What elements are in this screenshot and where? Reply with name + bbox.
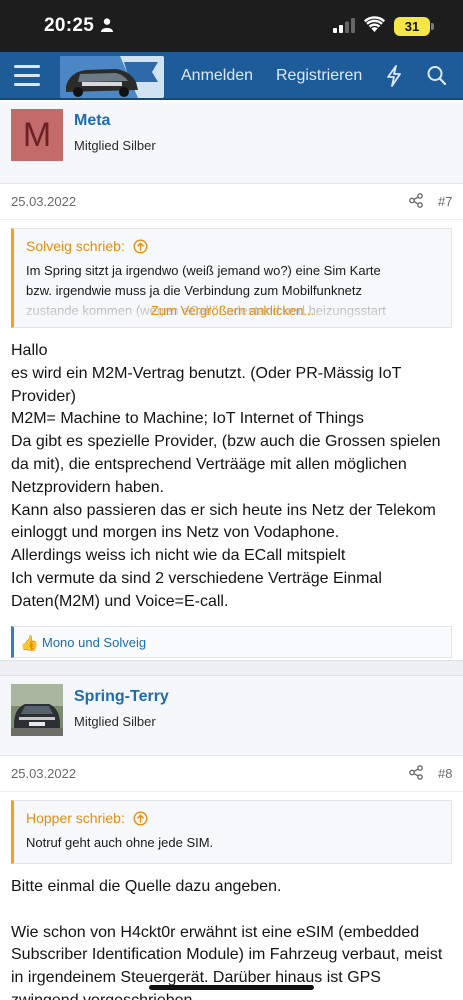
- quote-header[interactable]: Hopper schrieb:: [14, 801, 451, 833]
- quote-line: bzw. irgendwie muss ja die Verbindung zu…: [26, 283, 363, 298]
- battery-tip: [431, 23, 434, 30]
- post-message: Bitte einmal die Quelle dazu angeben. Wi…: [0, 876, 463, 1000]
- quote-line: Im Spring sitzt ja irgendwo (weiß jemand…: [26, 263, 381, 278]
- message-line: Allerdings weiss ich nicht wie da ECall …: [11, 547, 346, 565]
- post-number[interactable]: #8: [438, 766, 452, 781]
- post-meta: 25.03.2022 #7: [0, 184, 463, 220]
- post-message: Hallo es wird ein M2M-Vertrag benutzt. (…: [0, 340, 463, 614]
- search-icon[interactable]: [427, 65, 447, 92]
- share-icon[interactable]: [409, 765, 423, 785]
- message-line: es wird ein M2M-Vertrag benutzt. (Oder P…: [11, 364, 402, 382]
- menu-icon[interactable]: [14, 65, 40, 87]
- post-author-block: Spring-Terry Mitglied Silber: [0, 676, 463, 756]
- person-icon: [101, 18, 113, 37]
- reactions-bar[interactable]: 👍 Mono und Solveig: [11, 625, 452, 658]
- signal-icon: [333, 18, 355, 38]
- thread-content: M Meta Mitglied Silber 25.03.2022 #7 Sol…: [0, 102, 463, 1000]
- thumbs-up-icon: 👍: [20, 634, 39, 652]
- message-line: da mit), die entsprechend Verträäge mit …: [11, 455, 407, 473]
- message-line: [11, 899, 452, 922]
- message-line: M2M= Machine to Machine; IoT Internet of…: [11, 410, 364, 428]
- bolt-icon[interactable]: [386, 65, 402, 92]
- battery-indicator: 31: [394, 17, 430, 36]
- post-date[interactable]: 25.03.2022: [11, 194, 76, 209]
- message-line: Ich vermute da sind 2 verschiedene Vertr…: [11, 569, 382, 587]
- quote-block: Solveig schrieb: Im Spring sitzt ja irge…: [11, 228, 452, 328]
- register-link[interactable]: Registrieren: [276, 67, 362, 85]
- message-line: Hallo: [11, 342, 48, 359]
- top-navbar: Anmelden Registrieren: [0, 52, 463, 100]
- avatar[interactable]: M: [11, 109, 63, 161]
- arrow-up-circle-icon[interactable]: [133, 239, 148, 257]
- username[interactable]: Meta: [74, 112, 110, 130]
- message-line: Subscriber Identification Module) im Fah…: [11, 946, 443, 964]
- message-line: Wie schon von H4ckt0r erwähnt ist eine e…: [11, 923, 420, 941]
- user-title: Mitglied Silber: [74, 714, 156, 729]
- message-line: Kann also passieren das er sich heute in…: [11, 501, 436, 519]
- post-7: M Meta Mitglied Silber 25.03.2022 #7 Sol…: [0, 102, 463, 658]
- home-indicator[interactable]: [149, 985, 314, 990]
- user-title: Mitglied Silber: [74, 138, 156, 153]
- post-meta: 25.03.2022 #8: [0, 756, 463, 792]
- message-line: Netzprovidern haben.: [11, 478, 164, 496]
- quote-author[interactable]: Hopper schrieb:: [26, 810, 125, 826]
- post-8: Spring-Terry Mitglied Silber 25.03.2022 …: [0, 676, 463, 1000]
- username[interactable]: Spring-Terry: [74, 688, 169, 706]
- message-line: zwingend vorgeschrieben: [11, 990, 452, 1000]
- share-icon[interactable]: [409, 193, 423, 213]
- post-author-block: M Meta Mitglied Silber: [0, 102, 463, 184]
- status-time: 20:25: [44, 15, 95, 36]
- message-line: Bitte einmal die Quelle dazu angeben.: [11, 878, 282, 895]
- quote-block: Hopper schrieb: Notruf geht auch ohne je…: [11, 800, 452, 864]
- post-date[interactable]: 25.03.2022: [11, 766, 76, 781]
- post-number[interactable]: #7: [438, 194, 452, 209]
- wifi-icon: [364, 16, 385, 37]
- message-line: einloggt und morgen ins Netz von Vodapho…: [11, 524, 340, 542]
- quote-author[interactable]: Solveig schrieb:: [26, 238, 125, 254]
- status-bar: 20:25 31: [0, 0, 463, 52]
- expand-quote-link[interactable]: Zum Vergrößern anklicken...: [14, 303, 451, 318]
- quote-line: Notruf geht auch ohne jede SIM.: [26, 835, 214, 850]
- avatar[interactable]: [11, 684, 63, 736]
- message-line: Da gibt es spezielle Provider, (bzw auch…: [11, 433, 441, 451]
- post-separator: [0, 660, 463, 676]
- site-logo[interactable]: [60, 56, 164, 98]
- reactions-users[interactable]: Mono und Solveig: [42, 635, 146, 650]
- message-line: Daten(M2M) und Voice=E-call.: [11, 592, 229, 610]
- quote-body: Notruf geht auch ohne jede SIM.: [14, 833, 451, 853]
- message-line: Provider): [11, 387, 76, 405]
- login-link[interactable]: Anmelden: [181, 67, 253, 85]
- arrow-up-circle-icon[interactable]: [133, 811, 148, 829]
- quote-header[interactable]: Solveig schrieb:: [14, 229, 451, 261]
